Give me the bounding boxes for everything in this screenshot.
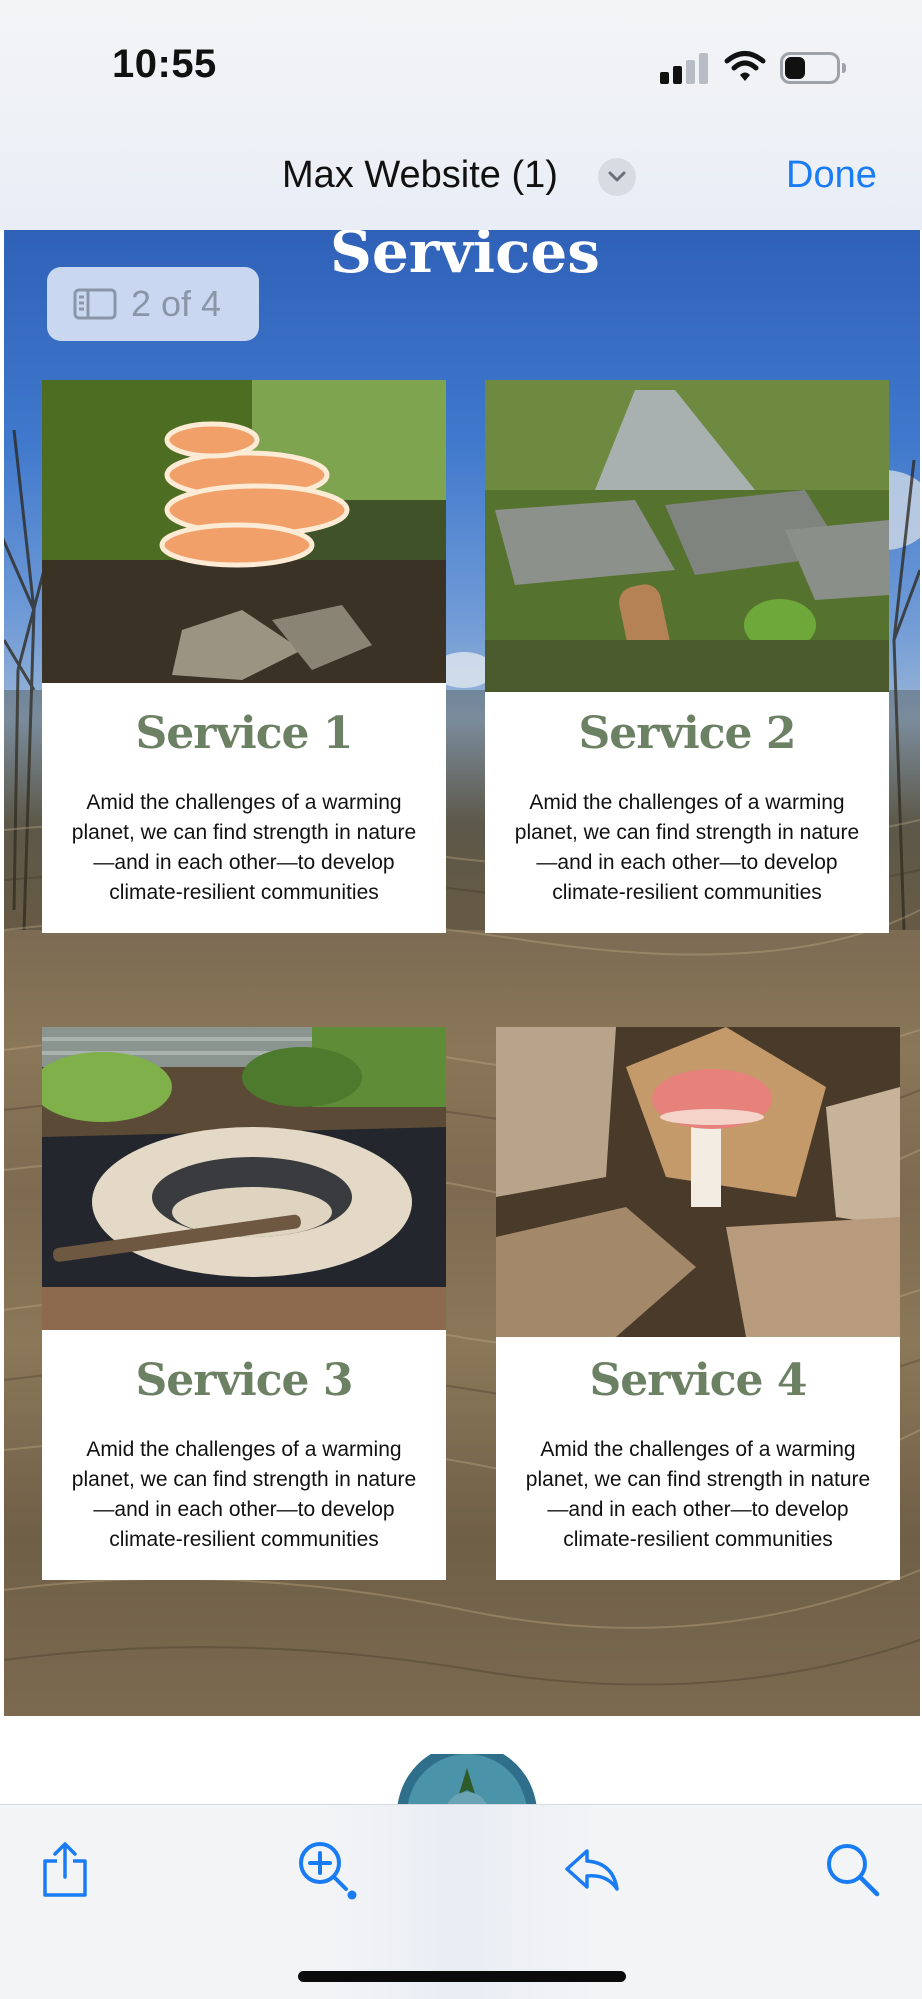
service-title: Service 1 xyxy=(135,708,354,759)
service-card-2[interactable]: Service 2 Amid the challenges of a warmi… xyxy=(485,380,889,933)
document-title[interactable]: Max Website (1) xyxy=(282,154,558,197)
service-card-4[interactable]: Service 4 Amid the challenges of a warmi… xyxy=(496,1027,900,1580)
page-indicator-text: 2 of 4 xyxy=(131,283,222,324)
service-title: Service 4 xyxy=(589,1355,808,1406)
service-title: Service 3 xyxy=(135,1355,354,1406)
status-time: 10:55 xyxy=(112,42,217,86)
cellular-signal-icon xyxy=(660,52,710,84)
zoom-in-icon xyxy=(299,1842,357,1900)
description-line: climate-resilient communities xyxy=(109,1528,379,1551)
reply-icon xyxy=(565,1849,619,1891)
description-line: —and in each other—to develop xyxy=(547,1498,849,1521)
service-card-1[interactable]: Service 1 Amid the challenges of a warmi… xyxy=(42,380,446,933)
reply-button[interactable] xyxy=(557,1835,627,1905)
description-line: planet, we can find strength in nature xyxy=(71,1468,417,1491)
document-page[interactable]: Services Service 1 Amid the challenges o… xyxy=(0,230,922,1804)
wifi-icon xyxy=(724,51,766,81)
service-card-3[interactable]: Service 3 Amid the challenges of a warmi… xyxy=(42,1027,446,1580)
description-line: climate-resilient communities xyxy=(109,881,379,904)
share-icon xyxy=(43,1842,87,1897)
zoom-button[interactable] xyxy=(292,1835,362,1905)
service-title: Service 2 xyxy=(578,708,797,759)
share-button[interactable] xyxy=(30,1835,100,1905)
description-line: planet, we can find strength in nature xyxy=(525,1468,871,1491)
bottom-toolbar xyxy=(0,1804,922,1999)
page-indicator[interactable]: 2 of 4 xyxy=(47,267,259,341)
description-line: —and in each other—to develop xyxy=(93,1498,395,1521)
page-background: Services Service 1 Amid the challenges o… xyxy=(4,230,920,1716)
description-line: —and in each other—to develop xyxy=(93,851,395,874)
description-line: climate-resilient communities xyxy=(552,881,822,904)
service-2-photo xyxy=(485,380,889,692)
service-3-photo xyxy=(42,1027,446,1330)
service-description: Amid the challenges of a warming planet,… xyxy=(493,788,881,908)
battery-icon xyxy=(780,52,846,84)
sidebar-icon xyxy=(73,288,117,320)
top-chrome: 10:55 Max Website (1) Done xyxy=(0,0,922,230)
logo-emblem xyxy=(397,1754,537,1804)
service-description: Amid the challenges of a warming planet,… xyxy=(50,1435,438,1555)
description-line: —and in each other—to develop xyxy=(536,851,838,874)
service-1-photo xyxy=(42,380,446,683)
service-description: Amid the challenges of a warming planet,… xyxy=(504,1435,892,1555)
description-line: Amid the challenges of a warming xyxy=(529,791,845,814)
search-button[interactable] xyxy=(818,1835,888,1905)
description-line: planet, we can find strength in nature xyxy=(514,821,860,844)
description-line: Amid the challenges of a warming xyxy=(86,791,402,814)
done-button[interactable]: Done xyxy=(786,154,877,197)
description-line: climate-resilient communities xyxy=(563,1528,833,1551)
description-line: planet, we can find strength in nature xyxy=(71,821,417,844)
description-line: Amid the challenges of a warming xyxy=(86,1438,402,1461)
service-4-photo xyxy=(496,1027,900,1337)
description-line: Amid the challenges of a warming xyxy=(540,1438,856,1461)
home-indicator[interactable] xyxy=(298,1971,626,1982)
search-icon xyxy=(827,1844,880,1897)
service-description: Amid the challenges of a warming planet,… xyxy=(50,788,438,908)
chevron-down-icon[interactable] xyxy=(598,158,636,196)
